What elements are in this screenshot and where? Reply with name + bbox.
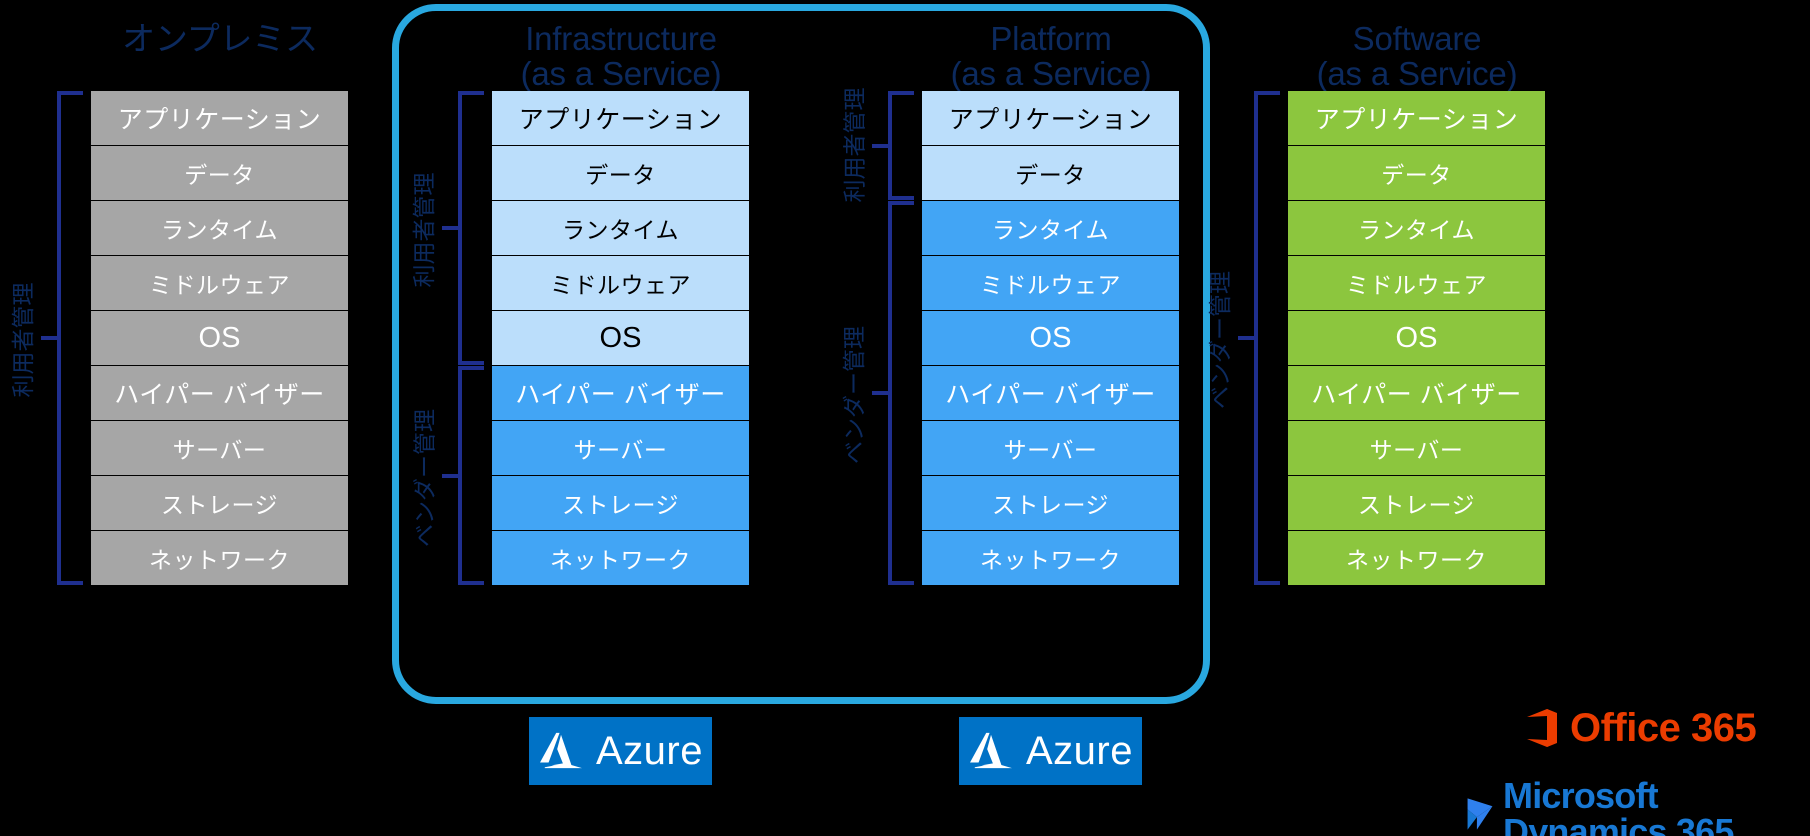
bracket-tick xyxy=(41,336,61,340)
bracket-tick xyxy=(442,473,462,478)
layer-stack-saas: アプリケーション データ ランタイム ミドルウェア OS ハイパー バイザー サーバー ストレ… xyxy=(1288,91,1545,585)
dynamics365-logo-wordmark: Microsoft Dynamics 365 xyxy=(1503,775,1734,836)
layer-box: ストレージ xyxy=(492,476,749,530)
layer-box: サーバー xyxy=(492,421,749,475)
bracket-label-iaas-1: ベンダー管理 xyxy=(411,408,437,547)
layer-box: サーバー xyxy=(1288,421,1545,475)
office-logo-icon xyxy=(1527,709,1557,747)
layer-box: OS xyxy=(492,311,749,365)
bracket-on-premises-0 xyxy=(41,91,83,585)
layer-box: ハイパー バイザー xyxy=(492,366,749,420)
layer-box: ミドルウェア xyxy=(91,256,348,310)
layer-box: ミドルウェア xyxy=(1288,256,1545,310)
azure-logo: Azure xyxy=(959,717,1142,785)
bracket-label-saas-0: ベンダー管理 xyxy=(1207,271,1233,409)
azure-logo-icon xyxy=(970,732,1012,769)
azure-logo-icon xyxy=(540,732,582,769)
layer-box: データ xyxy=(922,146,1179,200)
bracket-tick xyxy=(442,226,462,230)
office365-logo: Office 365 xyxy=(1525,706,1757,750)
layer-box: アプリケーション xyxy=(1288,91,1545,145)
layer-box: アプリケーション xyxy=(492,91,749,145)
layer-box: ランタイム xyxy=(91,201,348,255)
bracket-tick xyxy=(872,143,892,148)
bracket-iaas-0 xyxy=(442,91,484,365)
layer-box: ハイパー バイザー xyxy=(91,366,348,420)
layer-stack-on-premises: アプリケーション データ ランタイム ミドルウェア OS ハイパー バイザー サーバー ストレ… xyxy=(91,91,348,585)
layer-box: ミドルウェア xyxy=(492,256,749,310)
layer-box: ハイパー バイザー xyxy=(922,366,1179,420)
layer-box: OS xyxy=(91,311,348,365)
layer-box: ストレージ xyxy=(91,476,348,530)
layer-box: ミドルウェア xyxy=(922,256,1179,310)
layer-box: サーバー xyxy=(91,421,348,475)
layer-box: ストレージ xyxy=(1288,476,1545,530)
layer-box: ネットワーク xyxy=(91,531,348,585)
azure-logo-wordmark: Azure xyxy=(596,729,703,773)
layer-box: ランタイム xyxy=(922,201,1179,255)
office365-logo-wordmark: Office 365 xyxy=(1570,706,1757,750)
bracket-tick xyxy=(872,391,892,395)
bracket-saas-0 xyxy=(1238,91,1280,585)
layer-box: OS xyxy=(1288,311,1545,365)
column-title-paas: Platform (as a Service) xyxy=(950,20,1152,92)
layer-box: アプリケーション xyxy=(91,91,348,145)
layer-stack-paas: アプリケーション データ ランタイム ミドルウェア OS ハイパー バイザー サーバー ストレ… xyxy=(922,91,1179,585)
layer-box: ハイパー バイザー xyxy=(1288,366,1545,420)
layer-box: サーバー xyxy=(922,421,1179,475)
azure-logo: Azure xyxy=(529,717,712,785)
bracket-label-paas-0: 利用者管理 xyxy=(841,87,867,202)
diagram-canvas: オンプレミス アプリケーション データ ランタイム ミドルウェア OS ハイパー バイザーサ… xyxy=(0,0,1810,836)
layer-box: アプリケーション xyxy=(922,91,1179,145)
layer-box: データ xyxy=(1288,146,1545,200)
layer-box: データ xyxy=(91,146,348,200)
dynamics365-logo: Microsoft Dynamics 365 xyxy=(1466,778,1810,836)
bracket-label-on-premises-0: 利用者管理 xyxy=(10,282,36,398)
azure-logo-wordmark: Azure xyxy=(1026,729,1133,773)
layer-box: ネットワーク xyxy=(1288,531,1545,585)
dynamics-logo-icon xyxy=(1467,798,1493,830)
layer-box: ネットワーク xyxy=(492,531,749,585)
layer-box: データ xyxy=(492,146,749,200)
bracket-iaas-1 xyxy=(442,366,484,585)
column-title-on-premises: オンプレミス xyxy=(122,20,318,57)
layer-box: ストレージ xyxy=(922,476,1179,530)
bracket-paas-0 xyxy=(872,91,914,200)
layer-box: ネットワーク xyxy=(922,531,1179,585)
layer-box: ランタイム xyxy=(1288,201,1545,255)
bracket-label-iaas-0: 利用者管理 xyxy=(411,172,437,288)
bracket-tick xyxy=(1238,336,1258,340)
layer-stack-iaas: アプリケーション データ ランタイム ミドルウェア OS ハイパー バイザー サーバー ストレ… xyxy=(492,91,749,585)
column-title-saas: Software (as a Service) xyxy=(1316,20,1518,92)
layer-box: OS xyxy=(922,311,1179,365)
bracket-paas-1 xyxy=(872,201,914,585)
column-title-iaas: Infrastructure (as a Service) xyxy=(520,20,722,92)
bracket-label-paas-1: ベンダー管理 xyxy=(841,326,867,464)
layer-box: ランタイム xyxy=(492,201,749,255)
